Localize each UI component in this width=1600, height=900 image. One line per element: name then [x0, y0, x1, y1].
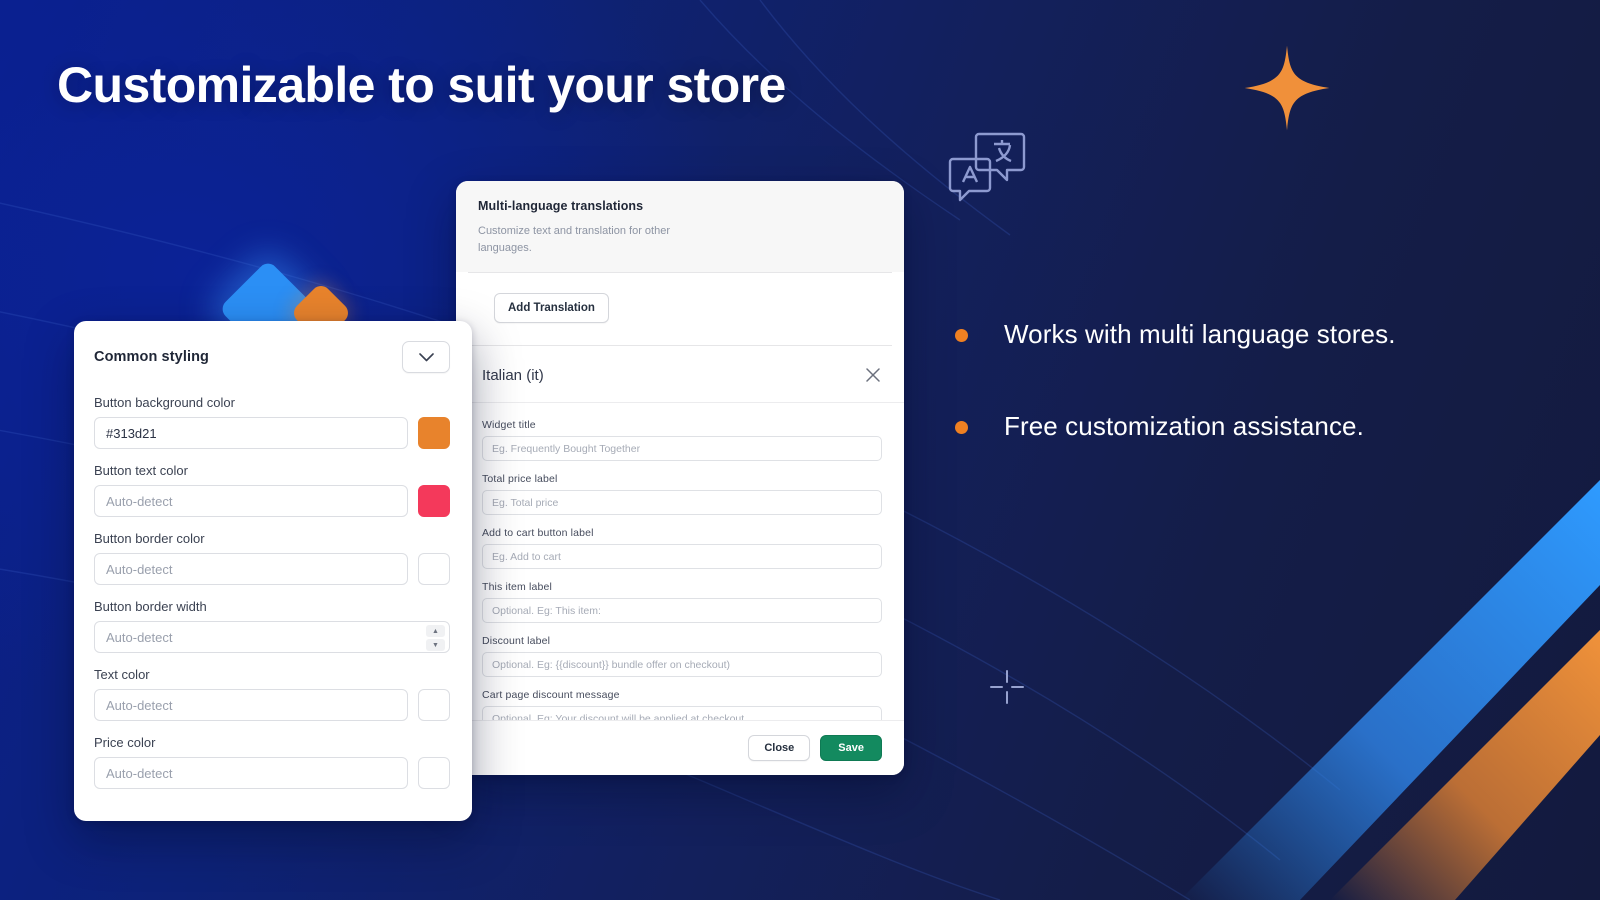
list-item: Works with multi language stores. [955, 318, 1555, 352]
collapse-toggle-button[interactable] [402, 341, 450, 373]
common-styling-title: Common styling [94, 349, 209, 365]
bullet-dot-icon [955, 329, 968, 342]
translations-footer: Close Save [456, 720, 904, 775]
close-icon[interactable] [864, 366, 882, 384]
button-border-width-input[interactable]: Auto-detect ▲ ▼ [94, 621, 450, 653]
chevron-down-icon [418, 352, 434, 361]
field-total-price-label: Total price label Eg. Total price [482, 473, 882, 515]
close-button[interactable]: Close [748, 735, 811, 761]
discount-label-input[interactable]: Optional. Eg: {{discount}} bundle offer … [482, 652, 882, 677]
translations-subtitle: Customize text and translation for other… [478, 225, 670, 254]
field-label: Total price label [482, 473, 558, 485]
field-text-color: Text color Auto-detect [94, 667, 450, 721]
text-color-swatch[interactable] [418, 689, 450, 721]
button-background-color-swatch[interactable] [418, 417, 450, 449]
language-label: Italian (it) [482, 366, 544, 384]
field-this-item-label: This item label Optional. Eg: This item: [482, 581, 882, 623]
field-label: This item label [482, 581, 552, 593]
field-add-to-cart-button-label: Add to cart button label Eg. Add to cart [482, 527, 882, 569]
sparkle-icon [1244, 45, 1330, 131]
common-styling-card: Common styling Button background color #… [74, 321, 472, 821]
language-row-italian: Italian (it) [456, 346, 904, 403]
field-price-color: Price color Auto-detect [94, 735, 450, 789]
translation-fields: Widget title Eg. Frequently Bought Toget… [456, 403, 904, 731]
bullet-dot-icon [955, 420, 968, 434]
field-label: Button text color [94, 463, 188, 478]
quantity-stepper[interactable]: ▲ ▼ [426, 625, 445, 651]
feature-list: Works with multi language stores. Free c… [955, 318, 1555, 502]
field-button-text-color: Button text color Auto-detect [94, 463, 450, 517]
list-item: Free customization assistance. [955, 410, 1555, 444]
page-title: Customizable to suit your store [57, 57, 786, 113]
add-to-cart-button-label-input[interactable]: Eg. Add to cart [482, 544, 882, 569]
field-button-border-width: Button border width Auto-detect ▲ ▼ [94, 599, 450, 653]
add-translation-section: Add Translation [468, 272, 892, 346]
translations-title: Multi-language translations [478, 199, 644, 213]
button-text-color-swatch[interactable] [418, 485, 450, 517]
save-button[interactable]: Save [820, 735, 882, 761]
multi-language-translations-card: Multi-language translations Customize te… [456, 181, 904, 775]
field-discount-label: Discount label Optional. Eg: {{discount}… [482, 635, 882, 677]
promo-banner: Customizable to suit your store Works wi… [0, 0, 1600, 900]
price-color-input[interactable]: Auto-detect [94, 757, 408, 789]
field-button-border-color: Button border color Auto-detect [94, 531, 450, 585]
field-label: Discount label [482, 635, 551, 647]
translate-icon [948, 132, 1026, 202]
common-styling-header: Common styling [94, 341, 450, 373]
field-label: Widget title [482, 419, 536, 431]
translations-header: Multi-language translations Customize te… [456, 181, 904, 272]
button-border-color-swatch[interactable] [418, 553, 450, 585]
stepper-up-icon[interactable]: ▲ [426, 625, 445, 637]
field-label: Button background color [94, 395, 235, 410]
field-label: Price color [94, 735, 156, 750]
list-item-label: Works with multi language stores. [1004, 319, 1396, 349]
widget-title-input[interactable]: Eg. Frequently Bought Together [482, 436, 882, 461]
field-label: Button border color [94, 531, 205, 546]
text-color-input[interactable]: Auto-detect [94, 689, 408, 721]
button-text-color-input[interactable]: Auto-detect [94, 485, 408, 517]
field-widget-title: Widget title Eg. Frequently Bought Toget… [482, 419, 882, 461]
field-label: Button border width [94, 599, 207, 614]
field-label: Text color [94, 667, 150, 682]
total-price-label-input[interactable]: Eg. Total price [482, 490, 882, 515]
this-item-label-input[interactable]: Optional. Eg: This item: [482, 598, 882, 623]
add-translation-button[interactable]: Add Translation [494, 293, 609, 323]
button-background-color-input[interactable]: #313d21 [94, 417, 408, 449]
crosshair-icon [990, 670, 1024, 704]
stepper-down-icon[interactable]: ▼ [426, 639, 445, 651]
price-color-swatch[interactable] [418, 757, 450, 789]
field-label: Add to cart button label [482, 527, 594, 539]
button-border-color-input[interactable]: Auto-detect [94, 553, 408, 585]
field-label: Cart page discount message [482, 689, 620, 701]
field-button-background-color: Button background color #313d21 [94, 395, 450, 449]
list-item-label: Free customization assistance. [1004, 410, 1364, 441]
